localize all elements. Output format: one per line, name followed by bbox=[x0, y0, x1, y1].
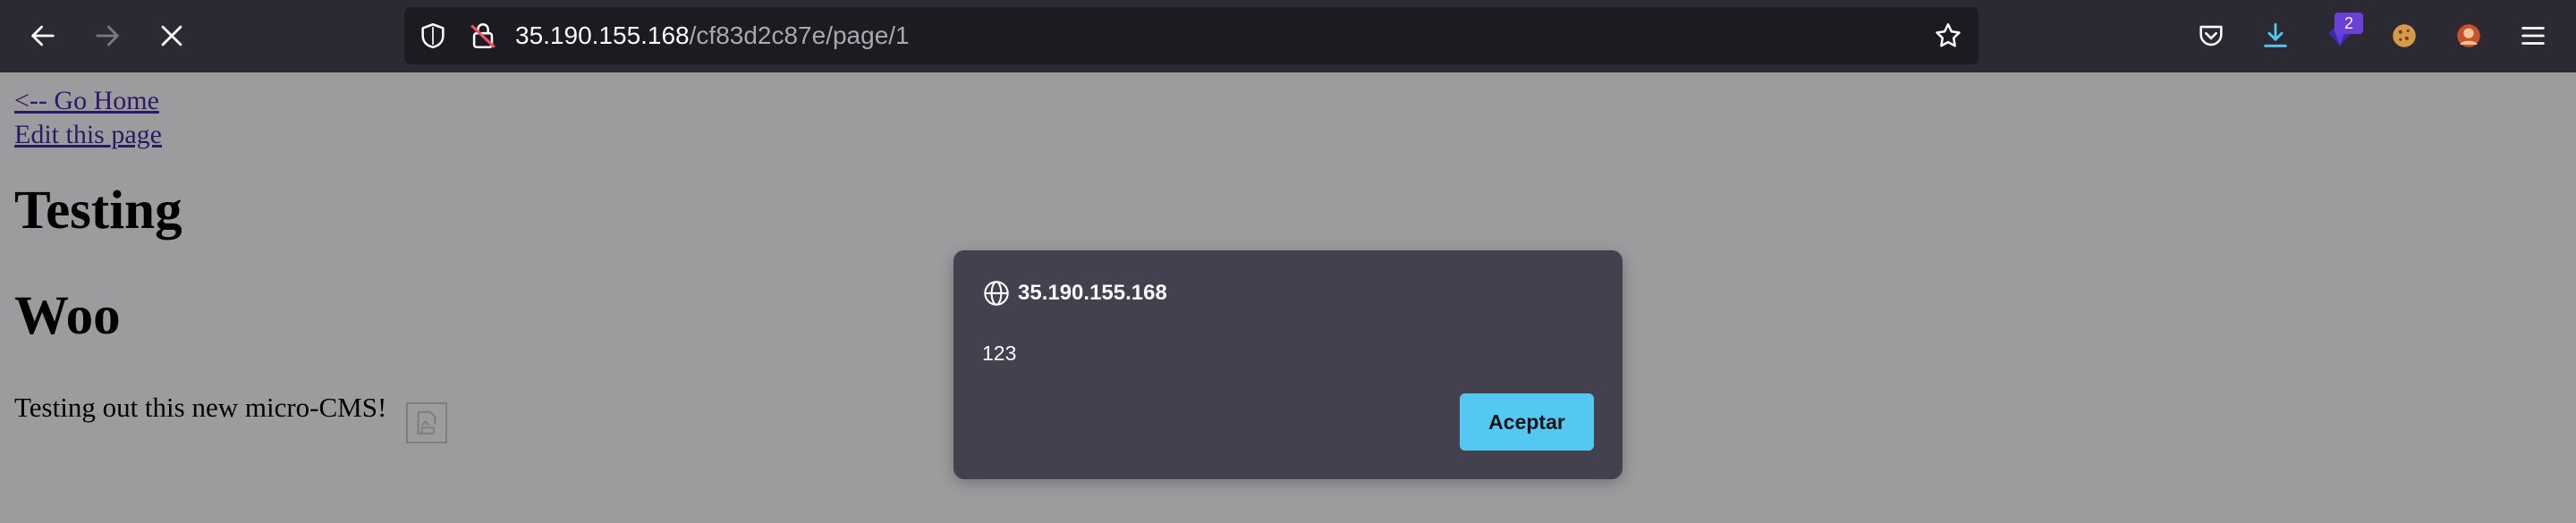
accept-button[interactable]: Aceptar bbox=[1460, 393, 1594, 451]
arrow-right-icon bbox=[96, 25, 119, 46]
insecure-lock-icon bbox=[470, 23, 496, 49]
pocket-icon bbox=[2199, 25, 2223, 46]
downloads-button[interactable] bbox=[2254, 14, 2297, 57]
pocket-button[interactable] bbox=[2190, 14, 2233, 57]
close-icon bbox=[161, 25, 182, 46]
forward-button[interactable] bbox=[86, 14, 129, 57]
profile-extension-button[interactable] bbox=[2447, 14, 2490, 57]
shield-icon bbox=[421, 22, 445, 49]
browser-toolbar: 35.190.155.168/cf83d2c87e/page/1 2 bbox=[0, 0, 2576, 72]
tracking-protection-button[interactable] bbox=[411, 14, 454, 57]
download-icon bbox=[2264, 22, 2287, 47]
extension-badge: 2 bbox=[2334, 13, 2363, 34]
url-path: /cf83d2c87e/page/1 bbox=[689, 21, 910, 49]
star-icon bbox=[1936, 22, 1961, 47]
page-paragraph: Testing out this new micro-CMS! bbox=[14, 392, 387, 423]
bookmark-button[interactable] bbox=[1927, 14, 1970, 57]
dialog-message: 123 bbox=[982, 342, 1017, 365]
avatar-icon bbox=[2457, 24, 2480, 47]
page-heading-woo: Woo bbox=[14, 286, 121, 346]
broken-image bbox=[406, 402, 447, 443]
edit-page-link[interactable]: Edit this page bbox=[14, 118, 386, 152]
dialog-origin: 35.190.155.168 bbox=[1018, 281, 1167, 305]
cookie-icon bbox=[2393, 24, 2416, 47]
back-button[interactable] bbox=[21, 14, 64, 57]
insecure-connection-button[interactable] bbox=[462, 14, 504, 57]
arrow-left-icon bbox=[31, 25, 55, 46]
cookie-extension-button[interactable] bbox=[2383, 14, 2426, 57]
broken-image-icon bbox=[417, 410, 436, 435]
url-host: 35.190.155.168 bbox=[515, 21, 690, 49]
page-content: <-- Go Home Edit this page Testing Woo T… bbox=[14, 84, 386, 426]
stop-button[interactable] bbox=[150, 14, 193, 57]
go-home-link[interactable]: <-- Go Home bbox=[14, 84, 386, 118]
alert-dialog: 35.190.155.168 123 Aceptar bbox=[953, 250, 1623, 479]
url-text: 35.190.155.168/cf83d2c87e/page/1 bbox=[515, 20, 910, 52]
globe-icon bbox=[984, 281, 1009, 306]
menu-button[interactable] bbox=[2512, 14, 2555, 57]
page-heading-testing: Testing bbox=[14, 181, 182, 240]
hamburger-menu-icon bbox=[2521, 27, 2545, 45]
